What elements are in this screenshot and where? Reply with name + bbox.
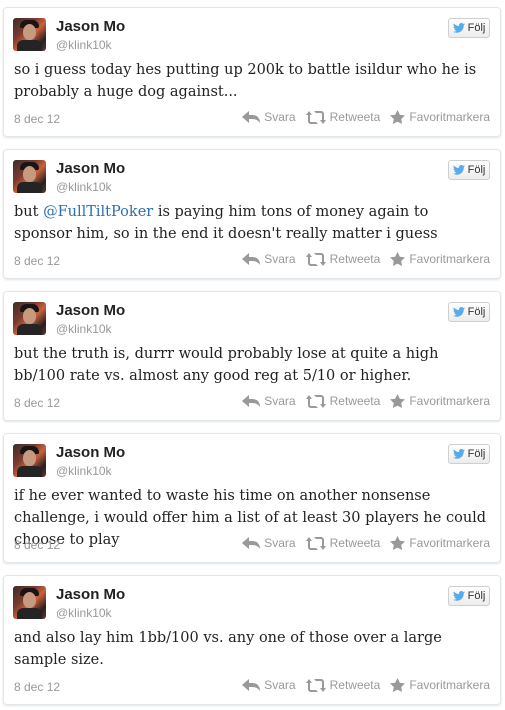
retweet-button[interactable]: Retweeta [305, 536, 381, 550]
follow-label: Följ [467, 164, 486, 176]
reply-label: Svara [264, 536, 296, 550]
user-handle[interactable]: @klink10k [56, 38, 112, 52]
star-icon [390, 394, 406, 408]
display-name[interactable]: Jason Mo [56, 586, 125, 603]
reply-arrow-icon [242, 537, 261, 549]
reply-label: Svara [264, 110, 296, 124]
reply-button[interactable]: Svara [242, 536, 296, 550]
follow-label: Följ [467, 306, 486, 318]
reply-button[interactable]: Svara [242, 252, 296, 266]
avatar[interactable] [13, 444, 46, 477]
star-icon [390, 110, 406, 124]
favorite-button[interactable]: Favoritmarkera [390, 678, 490, 692]
avatar[interactable] [13, 586, 46, 619]
follow-button[interactable]: Följ [448, 444, 490, 464]
reply-arrow-icon [242, 111, 261, 123]
favorite-label: Favoritmarkera [409, 110, 490, 124]
display-name[interactable]: Jason Mo [56, 302, 125, 319]
retweet-icon [305, 394, 326, 408]
tweet-date[interactable]: 8 dec 12 [14, 538, 60, 552]
twitter-bird-icon [452, 449, 465, 459]
tweet-date[interactable]: 8 dec 12 [14, 680, 60, 694]
favorite-button[interactable]: Favoritmarkera [390, 536, 490, 550]
tweet-card: Jason Mo @klink10k Följ but the truth is… [3, 291, 501, 421]
tweet-text: but the truth is, durrr would probably l… [14, 346, 439, 384]
follow-label: Följ [467, 590, 486, 602]
user-handle[interactable]: @klink10k [56, 322, 112, 336]
retweet-label: Retweeta [329, 110, 381, 124]
retweet-button[interactable]: Retweeta [305, 678, 381, 692]
tweet-actions: Svara Retweeta Favoritmarkera [232, 394, 490, 408]
star-icon [390, 252, 406, 266]
tweet-date[interactable]: 8 dec 12 [14, 396, 60, 410]
tweet-actions: Svara Retweeta Favoritmarkera [232, 110, 490, 124]
star-icon [390, 536, 406, 550]
retweet-label: Retweeta [329, 536, 381, 550]
retweet-button[interactable]: Retweeta [305, 394, 381, 408]
retweet-icon [305, 678, 326, 692]
follow-button[interactable]: Följ [448, 586, 490, 606]
tweet-card: Jason Mo @klink10k Följ if he ever wante… [3, 433, 501, 563]
tweet-text: but @FullTiltPoker is paying him tons of… [14, 201, 489, 245]
follow-label: Följ [467, 448, 486, 460]
twitter-bird-icon [452, 307, 465, 317]
twitter-bird-icon [452, 23, 465, 33]
retweet-icon [305, 252, 326, 266]
follow-button[interactable]: Följ [448, 160, 490, 180]
user-handle[interactable]: @klink10k [56, 464, 112, 478]
retweet-icon [305, 536, 326, 550]
display-name[interactable]: Jason Mo [56, 160, 125, 177]
favorite-label: Favoritmarkera [409, 678, 490, 692]
reply-arrow-icon [242, 679, 261, 691]
reply-label: Svara [264, 252, 296, 266]
follow-label: Följ [467, 22, 486, 34]
retweet-icon [305, 110, 326, 124]
reply-label: Svara [264, 394, 296, 408]
favorite-label: Favoritmarkera [409, 394, 490, 408]
tweet-actions: Svara Retweeta Favoritmarkera [232, 252, 490, 266]
tweet-actions: Svara Retweeta Favoritmarkera [232, 536, 490, 550]
tweet-card: Jason Mo @klink10k Följ and also lay him… [3, 575, 501, 705]
avatar[interactable] [13, 160, 46, 193]
reply-label: Svara [264, 678, 296, 692]
reply-arrow-icon [242, 253, 261, 265]
follow-button[interactable]: Följ [448, 302, 490, 322]
retweet-label: Retweeta [329, 252, 381, 266]
retweet-label: Retweeta [329, 678, 381, 692]
twitter-bird-icon [452, 591, 465, 601]
avatar[interactable] [13, 302, 46, 335]
user-handle[interactable]: @klink10k [56, 180, 112, 194]
reply-button[interactable]: Svara [242, 110, 296, 124]
tweet-text: so i guess today hes putting up 200k to … [14, 62, 477, 100]
user-handle[interactable]: @klink10k [56, 606, 112, 620]
favorite-label: Favoritmarkera [409, 536, 490, 550]
display-name[interactable]: Jason Mo [56, 18, 125, 35]
favorite-button[interactable]: Favoritmarkera [390, 110, 490, 124]
tweet-text-before: but [14, 204, 44, 220]
twitter-bird-icon [452, 165, 465, 175]
favorite-button[interactable]: Favoritmarkera [390, 394, 490, 408]
tweet-actions: Svara Retweeta Favoritmarkera [232, 678, 490, 692]
favorite-label: Favoritmarkera [409, 252, 490, 266]
tweet-date[interactable]: 8 dec 12 [14, 254, 60, 268]
display-name[interactable]: Jason Mo [56, 444, 125, 461]
tweet-date[interactable]: 8 dec 12 [14, 112, 60, 126]
retweet-label: Retweeta [329, 394, 381, 408]
star-icon [390, 678, 406, 692]
retweet-button[interactable]: Retweeta [305, 252, 381, 266]
follow-button[interactable]: Följ [448, 18, 490, 38]
mention-link[interactable]: @FullTiltPoker [43, 204, 153, 220]
reply-arrow-icon [242, 395, 261, 407]
tweet-text: and also lay him 1bb/100 vs. any one of … [14, 630, 442, 668]
reply-button[interactable]: Svara [242, 678, 296, 692]
avatar[interactable] [13, 18, 46, 51]
favorite-button[interactable]: Favoritmarkera [390, 252, 490, 266]
reply-button[interactable]: Svara [242, 394, 296, 408]
tweet-card: Jason Mo @klink10k Följ so i guess today… [3, 7, 501, 137]
tweet-card: Jason Mo @klink10k Följ but @FullTiltPok… [3, 149, 501, 279]
retweet-button[interactable]: Retweeta [305, 110, 381, 124]
